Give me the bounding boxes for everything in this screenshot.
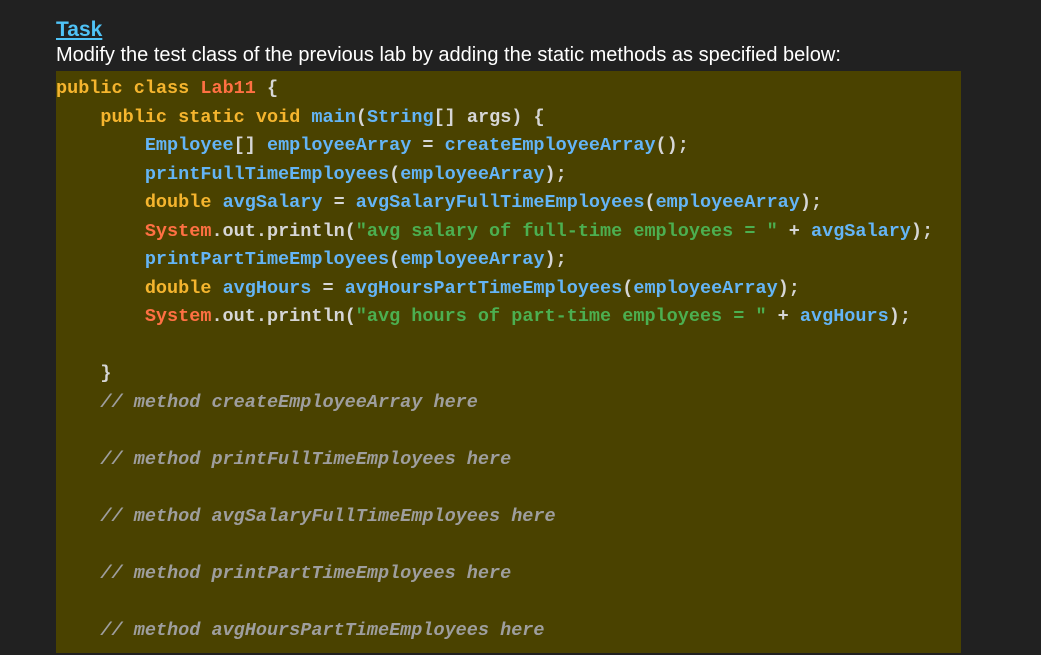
method-printFullTimeEmployees: printFullTimeEmployees (145, 164, 389, 185)
paren-close: ); (545, 249, 567, 270)
keyword-public: public (56, 78, 123, 99)
paren: ( (345, 306, 356, 327)
paren-close: ); (889, 306, 911, 327)
keyword-static: static (178, 107, 245, 128)
brackets: [] (234, 135, 267, 156)
paren: ( (622, 278, 633, 299)
out-println: .out.println (211, 221, 344, 242)
equals: = (411, 135, 444, 156)
string-literal: "avg hours of part-time employees = " (356, 306, 767, 327)
equals: = (311, 278, 344, 299)
document-container: Task Modify the test class of the previo… (0, 0, 1041, 653)
var-employeeArray: employeeArray (633, 278, 777, 299)
plus: + (767, 306, 800, 327)
paren: ( (389, 249, 400, 270)
keyword-class: class (134, 78, 190, 99)
comment-avgHoursPartTimeEmployees: // method avgHoursPartTimeEmployees here (100, 620, 544, 641)
method-avgSalaryFullTime: avgSalaryFullTimeEmployees (356, 192, 645, 213)
out-println: .out.println (211, 306, 344, 327)
keyword-public: public (100, 107, 167, 128)
keyword-void: void (256, 107, 300, 128)
var-employeeArray: employeeArray (656, 192, 800, 213)
keyword-double: double (145, 278, 212, 299)
var-avgHours: avgHours (223, 278, 312, 299)
paren: ( (644, 192, 655, 213)
equals: = (322, 192, 355, 213)
var-avgSalary: avgSalary (811, 221, 911, 242)
method-createEmployeeArray: createEmployeeArray (445, 135, 656, 156)
task-heading: Task (56, 18, 1041, 42)
comment-printFullTimeEmployees: // method printFullTimeEmployees here (100, 449, 511, 470)
var-employeeArray: employeeArray (400, 249, 544, 270)
paren-close: ); (545, 164, 567, 185)
type-string: String (367, 107, 434, 128)
var-avgHours: avgHours (800, 306, 889, 327)
comment-printPartTimeEmployees: // method printPartTimeEmployees here (100, 563, 511, 584)
paren-close: ); (911, 221, 933, 242)
var-employeeArray: employeeArray (400, 164, 544, 185)
class-name: Lab11 (200, 78, 256, 99)
paren: ( (389, 164, 400, 185)
plus: + (778, 221, 811, 242)
var-employeeArray: employeeArray (267, 135, 411, 156)
comment-createEmployeeArray: // method createEmployeeArray here (100, 392, 477, 413)
code-block: public class Lab11 { public static void … (56, 71, 961, 653)
class-system: System (145, 221, 212, 242)
task-description: Modify the test class of the previous la… (56, 44, 1041, 67)
brace: { (256, 78, 278, 99)
call: (); (656, 135, 689, 156)
paren: ( (356, 107, 367, 128)
type-employee: Employee (145, 135, 234, 156)
method-main: main (311, 107, 355, 128)
keyword-double: double (145, 192, 212, 213)
brace-close: } (100, 363, 111, 384)
var-avgSalary: avgSalary (223, 192, 323, 213)
class-system: System (145, 306, 212, 327)
method-printPartTimeEmployees: printPartTimeEmployees (145, 249, 389, 270)
method-avgHoursPartTime: avgHoursPartTimeEmployees (345, 278, 623, 299)
paren-close: ); (778, 278, 800, 299)
paren-close: ); (800, 192, 822, 213)
args: [] args) { (434, 107, 545, 128)
string-literal: "avg salary of full-time employees = " (356, 221, 778, 242)
comment-avgSalaryFullTimeEmployees: // method avgSalaryFullTimeEmployees her… (100, 506, 555, 527)
paren: ( (345, 221, 356, 242)
